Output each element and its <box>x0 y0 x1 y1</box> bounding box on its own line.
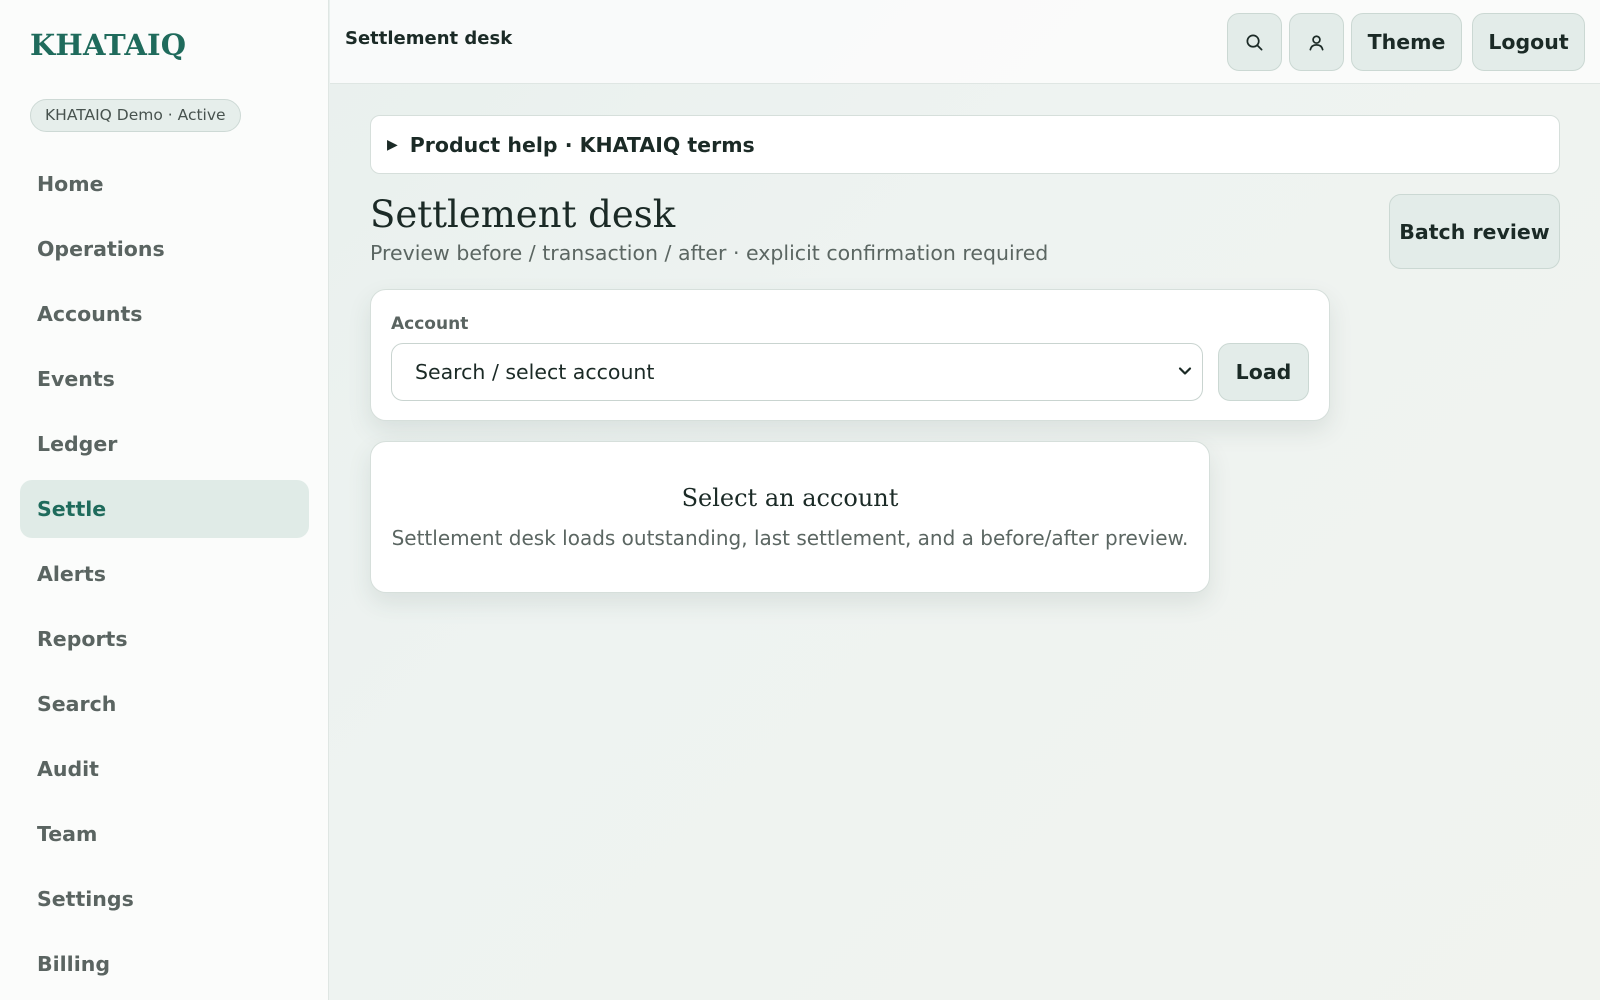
load-button[interactable]: Load <box>1218 343 1309 401</box>
sidebar-item-alerts[interactable]: Alerts <box>20 545 309 603</box>
brand-logo[interactable]: KHATAIQ <box>30 28 186 62</box>
sidebar-item-ledger[interactable]: Ledger <box>20 415 309 473</box>
sidebar-item-events[interactable]: Events <box>20 350 309 408</box>
sidebar-item-operations[interactable]: Operations <box>20 220 309 278</box>
search-icon <box>1246 34 1263 50</box>
sidebar-item-reports[interactable]: Reports <box>20 610 309 668</box>
empty-state-card: Select an account Settlement desk loads … <box>370 441 1210 593</box>
account-label: Account <box>391 314 469 334</box>
sidebar-item-team[interactable]: Team <box>20 805 309 863</box>
sidebar-item-accounts[interactable]: Accounts <box>20 285 309 343</box>
empty-state-description: Settlement desk loads outstanding, last … <box>391 526 1189 550</box>
product-help-label: Product help · KHATAIQ terms <box>409 132 755 157</box>
empty-state-title: Select an account <box>681 484 899 512</box>
chevron-down-icon <box>1178 367 1192 375</box>
top-bar: Settlement desk Theme Logout <box>330 0 1600 84</box>
search-button[interactable] <box>1227 13 1282 71</box>
page-title: Settlement desk <box>370 193 676 236</box>
org-status-badge: KHATAIQ Demo · Active <box>30 99 241 132</box>
account-select-value: Search / select account <box>415 360 655 384</box>
user-icon <box>1309 34 1324 50</box>
logout-button[interactable]: Logout <box>1472 13 1585 71</box>
account-select[interactable]: Search / select account <box>391 343 1203 401</box>
sidebar-nav: Home Operations Accounts Events Ledger S… <box>20 155 309 1000</box>
profile-button[interactable] <box>1289 13 1344 71</box>
sidebar-item-settings[interactable]: Settings <box>20 870 309 928</box>
sidebar: KHATAIQ KHATAIQ Demo · Active Home Opera… <box>0 0 329 1000</box>
page-subtitle: Preview before / transaction / after · e… <box>370 241 1049 265</box>
theme-button[interactable]: Theme <box>1351 13 1462 71</box>
sidebar-item-search[interactable]: Search <box>20 675 309 733</box>
sidebar-item-home[interactable]: Home <box>20 155 309 213</box>
disclosure-triangle-icon: ▶ <box>387 136 398 153</box>
topbar-title: Settlement desk <box>345 28 513 49</box>
sidebar-item-settle[interactable]: Settle <box>20 480 309 538</box>
sidebar-item-audit[interactable]: Audit <box>20 740 309 798</box>
batch-review-button[interactable]: Batch review <box>1389 194 1560 269</box>
product-help-disclosure[interactable]: ▶ Product help · KHATAIQ terms <box>370 115 1560 174</box>
account-selector-card: Account Search / select account Load <box>370 289 1330 421</box>
sidebar-item-billing[interactable]: Billing <box>20 935 309 993</box>
